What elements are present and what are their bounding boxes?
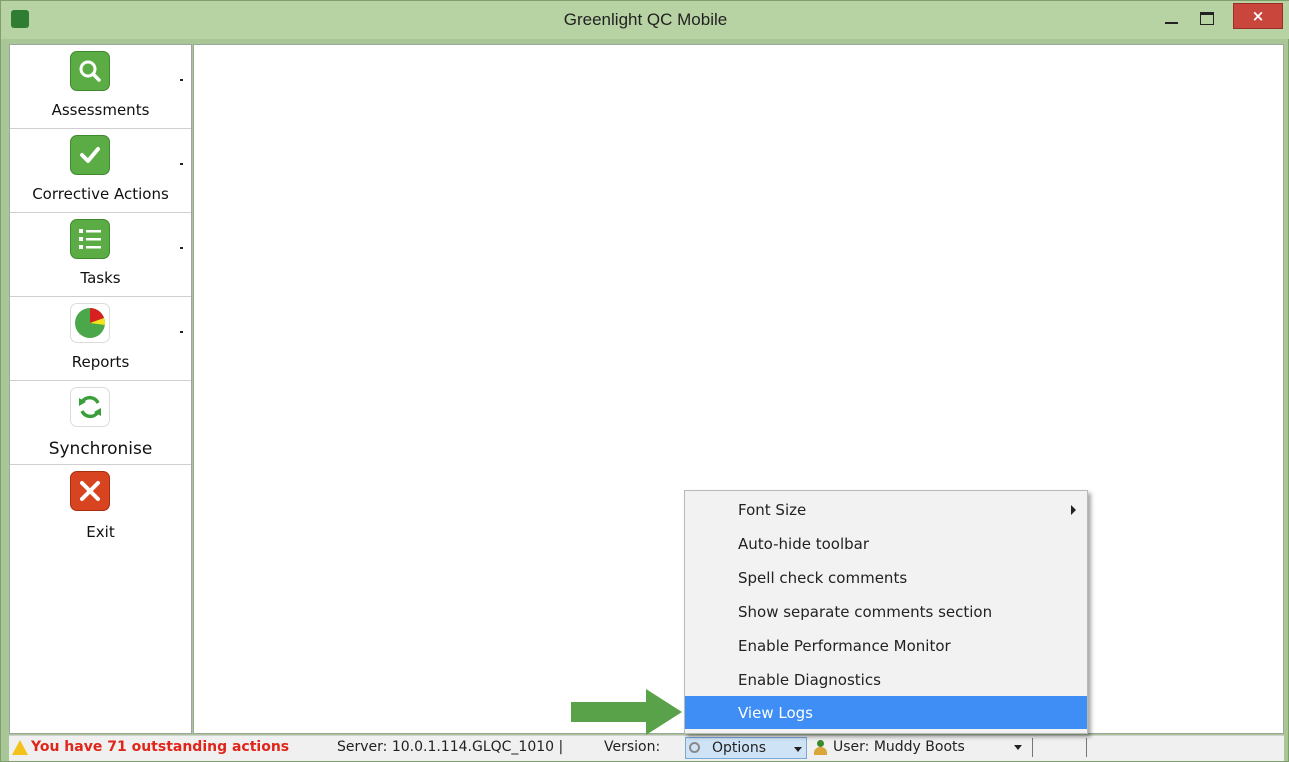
- close-button[interactable]: ×: [1233, 3, 1283, 29]
- chevron-down-icon[interactable]: [1014, 745, 1022, 750]
- status-bar: You have 71 outstanding actions Server: …: [9, 735, 1284, 761]
- close-icon: [70, 471, 110, 511]
- sidebar-item-synchronise[interactable]: Synchronise: [10, 381, 191, 465]
- menu-item-enable-performance-monitor[interactable]: Enable Performance Monitor: [685, 629, 1087, 662]
- user-icon: [813, 740, 827, 755]
- chevron-down-icon: [794, 747, 802, 752]
- options-menu: Font Size Auto-hide toolbar Spell check …: [684, 490, 1088, 734]
- chevron-down-icon[interactable]: [180, 331, 183, 333]
- options-dropdown-button[interactable]: Options: [685, 737, 807, 759]
- sidebar-item-label: Exit: [86, 523, 115, 541]
- pie-chart-icon: [70, 303, 110, 343]
- separator: [1032, 738, 1033, 757]
- maximize-button[interactable]: [1196, 9, 1218, 29]
- app-window: Greenlight QC Mobile × Assessments Corre…: [0, 0, 1289, 762]
- title-bar[interactable]: Greenlight QC Mobile ×: [1, 1, 1289, 39]
- search-icon: [70, 51, 110, 91]
- chevron-right-icon: [1071, 505, 1076, 515]
- warning-icon: [12, 740, 28, 755]
- chevron-down-icon[interactable]: [180, 247, 183, 249]
- minimize-button[interactable]: [1161, 9, 1183, 29]
- menu-item-spell-check-comments[interactable]: Spell check comments: [685, 561, 1087, 594]
- sidebar-item-label: Reports: [71, 353, 130, 371]
- separator: [1086, 738, 1087, 757]
- sidebar-item-label: Synchronise: [48, 439, 153, 459]
- server-info: Server: 10.0.1.114.GLQC_1010 |: [337, 739, 564, 755]
- sidebar-item-label: Tasks: [80, 269, 121, 287]
- menu-item-show-separate-comments[interactable]: Show separate comments section: [685, 595, 1087, 628]
- list-icon: [70, 219, 110, 259]
- menu-item-view-logs[interactable]: View Logs: [685, 696, 1087, 729]
- sync-icon: [70, 387, 110, 427]
- options-label: Options: [712, 740, 767, 756]
- sidebar-item-exit[interactable]: Exit: [10, 465, 191, 548]
- checkmark-icon: [70, 135, 110, 175]
- chevron-down-icon[interactable]: [180, 79, 183, 81]
- gear-icon: [689, 742, 700, 753]
- window-title: Greenlight QC Mobile: [563, 10, 728, 29]
- sidebar-item-corrective-actions[interactable]: Corrective Actions: [10, 129, 191, 213]
- version-info: Version:: [604, 739, 661, 755]
- menu-item-font-size[interactable]: Font Size: [685, 493, 1087, 526]
- sidebar-item-tasks[interactable]: Tasks: [10, 213, 191, 297]
- sidebar-item-label: Corrective Actions: [32, 185, 169, 203]
- chevron-down-icon[interactable]: [180, 163, 183, 165]
- sidebar-item-reports[interactable]: Reports: [10, 297, 191, 381]
- sidebar: Assessments Corrective Actions Tasks Rep…: [9, 44, 192, 734]
- outstanding-actions-link[interactable]: You have 71 outstanding actions: [31, 739, 289, 755]
- sidebar-item-assessments[interactable]: Assessments: [10, 45, 191, 129]
- menu-item-enable-diagnostics[interactable]: Enable Diagnostics: [685, 663, 1087, 696]
- sidebar-item-label: Assessments: [51, 101, 150, 119]
- menu-item-auto-hide-toolbar[interactable]: Auto-hide toolbar: [685, 527, 1087, 560]
- user-dropdown-button[interactable]: User: Muddy Boots: [833, 739, 965, 755]
